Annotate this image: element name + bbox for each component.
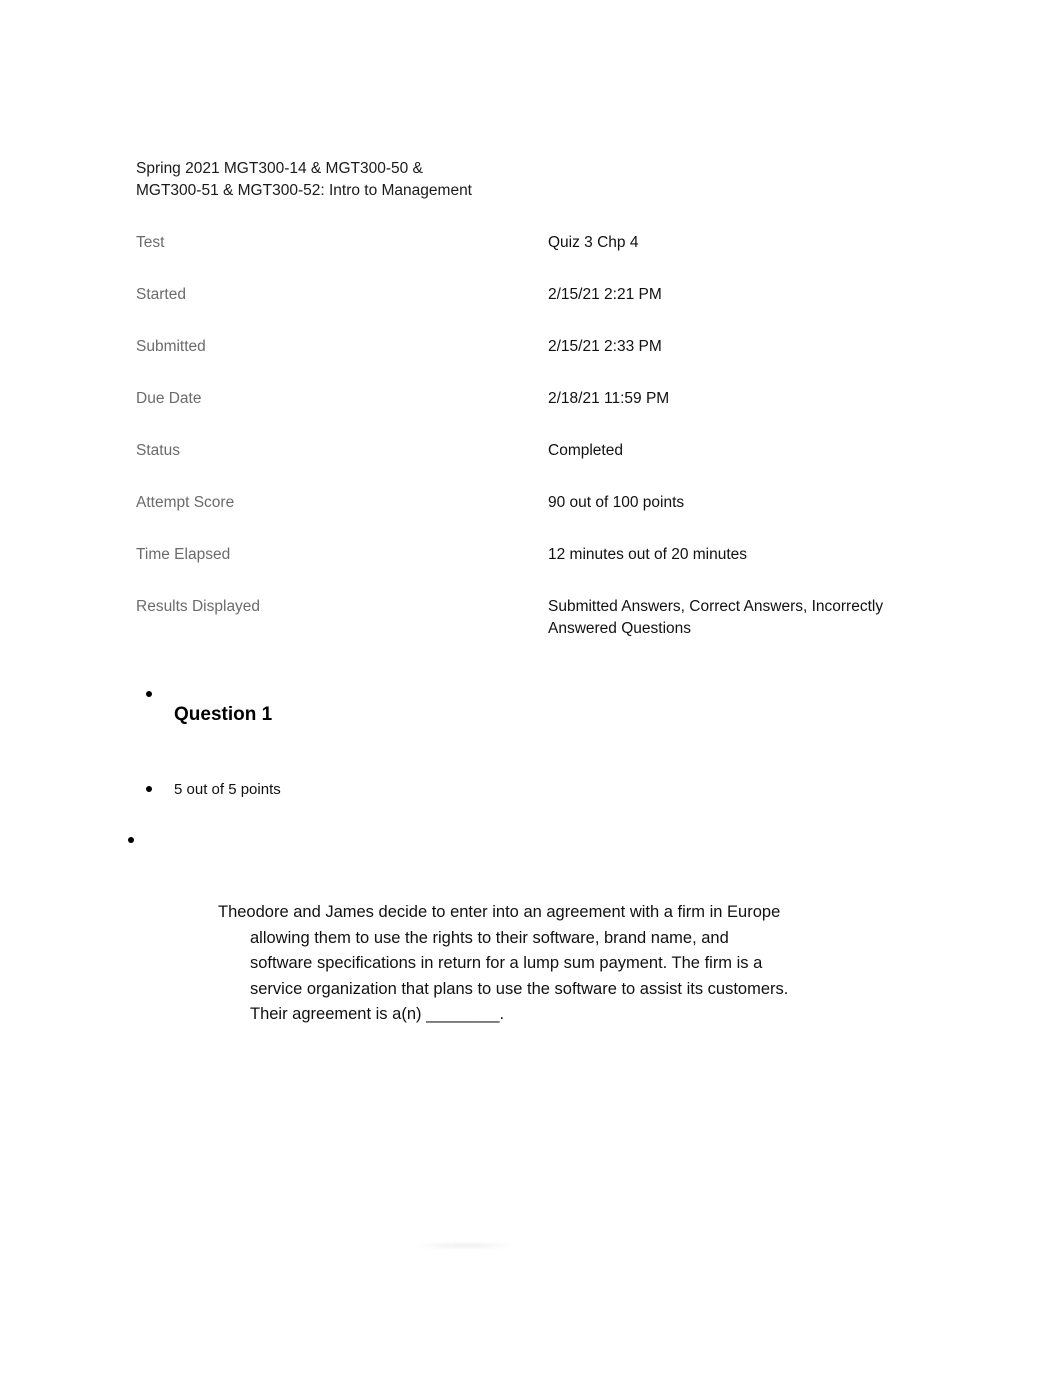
detail-label-attempt-score: Attempt Score <box>136 494 235 511</box>
table-row: Status Completed <box>136 440 916 492</box>
table-row: Time Elapsed 12 minutes out of 20 minute… <box>136 544 916 596</box>
attempt-details-table: Test Quiz 3 Chp 4 Started 2/15/21 2:21 P… <box>136 232 916 666</box>
detail-value-results-displayed: Submitted Answers, Correct Answers, Inco… <box>548 598 884 637</box>
page-title: Question 1 <box>174 704 273 725</box>
table-row: Submitted 2/15/21 2:33 PM <box>136 336 916 388</box>
detail-label-submitted: Submitted <box>136 338 206 355</box>
table-row: Started 2/15/21 2:21 PM <box>136 284 916 336</box>
course-title: Spring 2021 MGT300-14 & MGT300-50 & MGT3… <box>136 160 472 199</box>
question-body-text: Theodore and James decide to enter into … <box>218 903 789 1023</box>
question-points: 5 out of 5 points <box>174 781 281 798</box>
scan-artifact <box>418 1243 513 1248</box>
detail-label-started: Started <box>136 286 186 303</box>
detail-label-status: Status <box>136 442 180 459</box>
bullet-icon <box>146 691 152 697</box>
bullet-icon <box>128 837 134 843</box>
document-page: Spring 2021 MGT300-14 & MGT300-50 & MGT3… <box>0 0 1062 1377</box>
table-row: Results Displayed Submitted Answers, Cor… <box>136 596 916 666</box>
table-row: Due Date 2/18/21 11:59 PM <box>136 388 916 440</box>
detail-value-time-elapsed: 12 minutes out of 20 minutes <box>548 546 748 563</box>
detail-value-started: 2/15/21 2:21 PM <box>548 286 662 303</box>
detail-value-test: Quiz 3 Chp 4 <box>548 234 639 251</box>
status-badge: Completed <box>548 442 623 459</box>
detail-label-time-elapsed: Time Elapsed <box>136 546 231 563</box>
table-row: Test Quiz 3 Chp 4 <box>136 232 916 284</box>
bullet-icon <box>146 786 152 792</box>
table-row: Attempt Score 90 out of 100 points <box>136 492 916 544</box>
detail-value-submitted: 2/15/21 2:33 PM <box>548 338 662 355</box>
detail-label-due-date: Due Date <box>136 390 202 407</box>
detail-value-due-date: 2/18/21 11:59 PM <box>548 390 670 407</box>
detail-label-results-displayed: Results Displayed <box>136 598 261 615</box>
detail-label-test: Test <box>136 234 165 251</box>
detail-value-attempt-score: 90 out of 100 points <box>548 494 685 511</box>
